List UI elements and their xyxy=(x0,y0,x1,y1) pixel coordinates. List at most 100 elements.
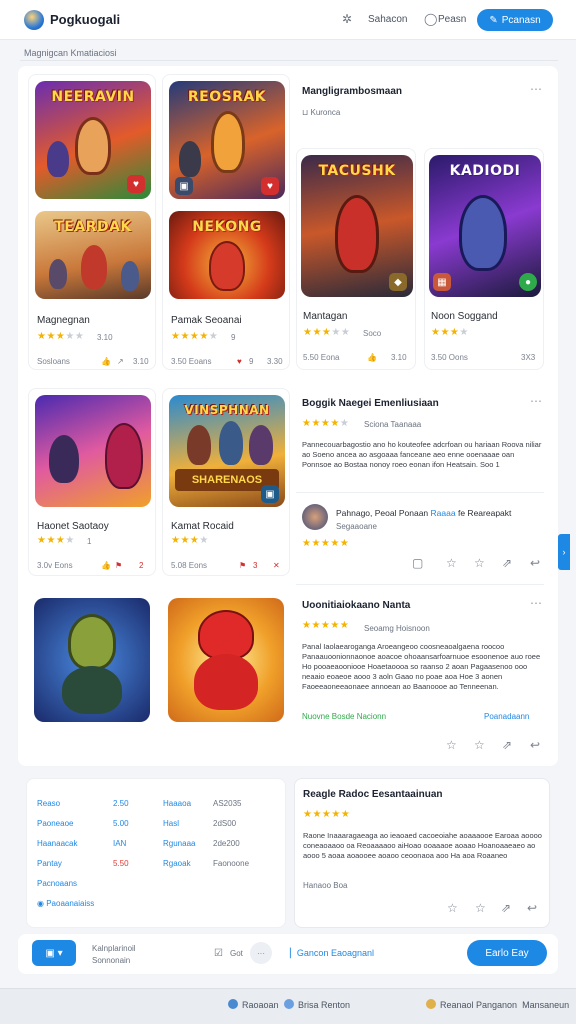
review-text: Raone Inaaaragaeaga ao ieaoaed cacoeoiah… xyxy=(303,831,542,860)
media-dropdown-button[interactable]: ▣ ▾ xyxy=(32,940,76,966)
game-thumbnail[interactable] xyxy=(168,598,284,722)
game-title[interactable]: Mantagan xyxy=(303,311,347,322)
section-heading: Mangligrambosmaan xyxy=(302,86,403,97)
primary-nav-button[interactable]: ✎ Pcanasn xyxy=(477,9,553,31)
primary-action-button[interactable]: Earlo Eay xyxy=(467,940,547,966)
action-link[interactable]: ▏Gancon Eaoagnanl xyxy=(290,948,374,959)
side-panel-toggle[interactable]: › xyxy=(558,534,570,570)
meta-text: 5.50 Eona xyxy=(303,353,340,362)
star-rating: ★★★★★ xyxy=(303,809,351,820)
share-icon[interactable]: ⇗ xyxy=(501,901,511,915)
star-rating: ★★★★★ xyxy=(303,327,351,338)
chat-icon[interactable]: ◯ xyxy=(424,12,437,26)
more-icon[interactable]: ⋯ xyxy=(530,394,542,408)
checkbox-icon[interactable]: ☑ xyxy=(214,948,223,959)
game-title[interactable]: Pamak Seoanai xyxy=(171,315,242,326)
game-card[interactable]: REOSRAK ▣ ♥ NEKONG Pamak Seoanai ★★★★★ 9… xyxy=(162,74,290,370)
flag-icon[interactable]: ⚑ xyxy=(239,561,246,570)
divider xyxy=(296,492,544,493)
nav-link-2[interactable]: Peasn xyxy=(438,14,466,25)
rating-value: 3.10 xyxy=(97,333,113,342)
star-outline-icon[interactable]: ☆ xyxy=(447,901,458,915)
game-card[interactable]: VINSPHNAN SHARENAOS ▣ Kamat Rocaid ★★★★ … xyxy=(162,388,290,576)
star-outline-icon[interactable]: ☆ xyxy=(475,901,486,915)
shield-icon: ◆ xyxy=(389,273,407,291)
heart-icon[interactable]: ♥ xyxy=(237,357,242,366)
thumbs-up-icon[interactable]: 👍 xyxy=(367,353,377,362)
game-title[interactable]: Magnegnan xyxy=(37,315,90,326)
reply-icon[interactable]: ↩ xyxy=(530,738,540,752)
star-outline-icon[interactable]: ☆ xyxy=(474,556,485,570)
review-link-left[interactable]: Nuovne Bosde Nacionn xyxy=(302,712,386,721)
game-card[interactable]: KADIODI ▦ ● Noon Soggand ★★★★ 3.50 Oons … xyxy=(424,148,544,370)
main-panel: NEERAVIN ♥ TEARDAK Magnegnan ★★★★★ 3.10 … xyxy=(18,66,558,766)
footer-link-1[interactable]: Raoaoan xyxy=(228,999,279,1010)
more-icon[interactable]: ⋯ xyxy=(530,82,542,96)
info-icon: ◉ xyxy=(37,899,44,908)
heart-icon[interactable]: ♥ xyxy=(127,175,145,193)
game-thumbnail[interactable]: REOSRAK ▣ ♥ xyxy=(169,81,285,199)
app-title: Pogkuogali xyxy=(50,12,121,27)
info-icon xyxy=(284,999,294,1009)
star-rating: ★★★★★ xyxy=(302,418,350,429)
review-heading: Uoonitiaiokaano Nanta xyxy=(302,600,411,611)
thumbs-up-icon[interactable]: 👍 xyxy=(101,357,111,366)
rating-value: 9 xyxy=(231,333,236,342)
meta-number: 3X3 xyxy=(521,353,536,362)
star-outline-icon[interactable]: ☆ xyxy=(474,738,485,752)
share-icon[interactable]: ↗ xyxy=(117,357,124,366)
meta-text: 3.50 Eoans xyxy=(171,357,212,366)
controller-icon: ▣ xyxy=(261,485,279,503)
divider xyxy=(20,60,558,61)
nav-link-1[interactable]: Sahacon xyxy=(368,14,407,25)
reply-icon[interactable]: ↩ xyxy=(530,556,540,570)
share-icon[interactable]: ⇗ xyxy=(502,556,512,570)
field-sub: Sonnonain xyxy=(92,956,131,965)
meta-text: 3.0v Eons xyxy=(37,561,73,570)
more-icon[interactable]: ⋯ xyxy=(530,596,542,610)
thumbs-up-icon[interactable]: 👍 xyxy=(101,561,111,570)
lower-section: Reaso 2.50 Haaaoa AS2035 Paoneaoe 5.00 H… xyxy=(18,770,558,932)
stats-link[interactable]: ◉ Paoaanaiaiss xyxy=(37,899,94,908)
footer-link-3[interactable]: Reanaol Panganon Mansaneun xyxy=(426,999,569,1010)
game-card[interactable]: TACUSHK ◆ Mantagan ★★★★★ Soco 5.50 Eona … xyxy=(296,148,416,370)
star-outline-icon[interactable]: ☆ xyxy=(446,556,457,570)
comment-icon[interactable]: ▢ xyxy=(412,556,423,570)
edit-icon: ✎ xyxy=(489,14,498,26)
game-thumbnail[interactable]: TACUSHK ◆ xyxy=(301,155,413,297)
game-card[interactable]: Haonet Saotaoy ★★★★ 1 3.0v Eons 👍 ⚑ 2 xyxy=(28,388,156,576)
rating-value: Soco xyxy=(363,329,382,338)
breadcrumb[interactable]: Magnigcan Kmatiaciosi xyxy=(24,48,117,58)
game-thumbnail[interactable]: NEKONG xyxy=(169,211,285,299)
game-thumbnail[interactable]: VINSPHNAN SHARENAOS ▣ xyxy=(169,395,285,507)
game-card[interactable]: NEERAVIN ♥ TEARDAK Magnegnan ★★★★★ 3.10 … xyxy=(28,74,156,370)
game-title[interactable]: Haonet Saotaoy xyxy=(37,521,109,532)
review-link-right[interactable]: Poanadaann xyxy=(484,712,529,721)
share-icon[interactable]: ⇗ xyxy=(502,738,512,752)
game-thumbnail[interactable] xyxy=(34,598,150,722)
heart-icon[interactable]: ♥ xyxy=(261,177,279,195)
avatar[interactable] xyxy=(302,504,328,530)
divider xyxy=(296,584,544,585)
play-icon[interactable]: ● xyxy=(519,273,537,291)
trophy-icon xyxy=(426,999,436,1009)
sparkle-icon[interactable]: ✲ xyxy=(342,12,352,26)
meta-number: 2 xyxy=(139,561,144,570)
review-text: Panal Iaolaearoganga Aroeangeoo coosneao… xyxy=(302,642,541,691)
game-thumbnail[interactable]: KADIODI ▦ ● xyxy=(429,155,541,297)
game-title[interactable]: Noon Soggand xyxy=(431,311,498,322)
game-title[interactable]: Kamat Rocaid xyxy=(171,521,234,532)
review-footer: Hanaoo Boa xyxy=(303,881,348,890)
footer-link-2[interactable]: Brisa Renton xyxy=(284,999,350,1010)
reply-icon[interactable]: ↩ xyxy=(527,901,537,915)
stats-panel: Reaso 2.50 Haaaoa AS2035 Paoneaoe 5.00 H… xyxy=(26,778,286,928)
field-label[interactable]: Kalnplarinoil xyxy=(92,944,136,953)
close-icon[interactable]: ✕ xyxy=(273,561,280,570)
more-icon[interactable]: ··· xyxy=(250,942,272,964)
game-thumbnail[interactable]: TEARDAK xyxy=(35,211,151,299)
game-thumbnail[interactable] xyxy=(35,395,151,507)
flag-icon[interactable]: ⚑ xyxy=(115,561,122,570)
image-icon: ▦ xyxy=(433,273,451,291)
game-thumbnail[interactable]: NEERAVIN ♥ xyxy=(35,81,151,199)
star-outline-icon[interactable]: ☆ xyxy=(446,738,457,752)
